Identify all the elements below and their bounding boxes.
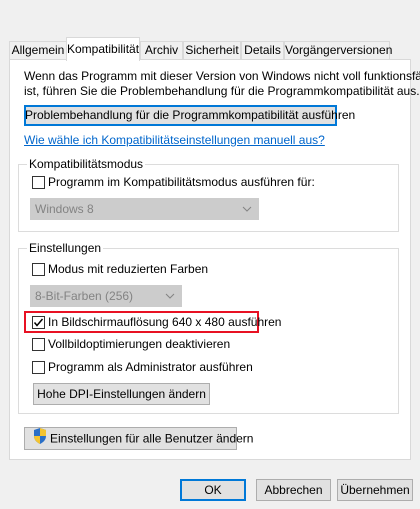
apply-button[interactable]: Übernehmen xyxy=(337,479,413,501)
ok-button[interactable]: OK xyxy=(180,479,246,501)
color-depth-select[interactable]: 8-Bit-Farben (256) xyxy=(30,285,182,307)
intro-text-line2: ist, führen Sie die Problembehandlung fü… xyxy=(24,84,420,98)
run-as-admin-label: Programm als Administrator ausführen xyxy=(48,360,253,374)
cancel-button[interactable]: Abbrechen xyxy=(256,479,331,501)
tab-archiv[interactable]: Archiv xyxy=(140,41,183,59)
resolution-checkbox[interactable] xyxy=(32,316,45,329)
tab-kompatibilitaet[interactable]: Kompatibilität xyxy=(66,37,140,61)
tab-vorgaengerversionen[interactable]: Vorgängerversionen xyxy=(284,41,392,59)
reduced-colors-checkbox[interactable] xyxy=(32,263,45,276)
high-dpi-button[interactable]: Hohe DPI-Einstellungen ändern xyxy=(33,383,210,405)
compat-mode-title: Kompatibilitätsmodus xyxy=(27,157,146,172)
checkmark-icon xyxy=(33,318,44,327)
tab-details[interactable]: Details xyxy=(241,41,284,59)
properties-dialog: { "tabs": ["Allgemein", "Kompatibilität"… xyxy=(0,0,420,509)
fullscreen-opt-label: Vollbildoptimierungen deaktivieren xyxy=(48,337,231,351)
color-depth-value: 8-Bit-Farben (256) xyxy=(35,289,134,303)
chevron-down-icon xyxy=(242,199,252,225)
resolution-label: In Bildschirmauflösung 640 x 480 ausführ… xyxy=(48,315,282,329)
all-users-label: Einstellungen für alle Benutzer ändern xyxy=(50,431,254,446)
uac-shield-icon xyxy=(33,428,47,451)
compat-mode-label: Programm im Kompatibilitätsmodus ausführ… xyxy=(48,175,315,189)
troubleshoot-button[interactable]: Problembehandlung für die Programmkompat… xyxy=(24,105,355,126)
settings-title: Einstellungen xyxy=(27,241,104,256)
compat-mode-checkbox[interactable] xyxy=(32,176,45,189)
fullscreen-opt-checkbox[interactable] xyxy=(32,338,45,351)
tab-allgemein[interactable]: Allgemein xyxy=(9,41,67,59)
tab-sicherheit[interactable]: Sicherheit xyxy=(183,41,241,59)
reduced-colors-label: Modus mit reduzierten Farben xyxy=(48,262,209,276)
manual-settings-link[interactable]: Wie wähle ich Kompatibilitätseinstellung… xyxy=(24,133,325,147)
os-version-select[interactable]: Windows 8 xyxy=(30,198,259,220)
intro-text-line1: Wenn das Programm mit dieser Version von… xyxy=(24,69,420,83)
all-users-button[interactable]: Einstellungen für alle Benutzer ändern xyxy=(24,427,253,451)
os-version-value: Windows 8 xyxy=(35,202,94,216)
chevron-down-icon xyxy=(165,286,175,312)
run-as-admin-checkbox[interactable] xyxy=(32,361,45,374)
